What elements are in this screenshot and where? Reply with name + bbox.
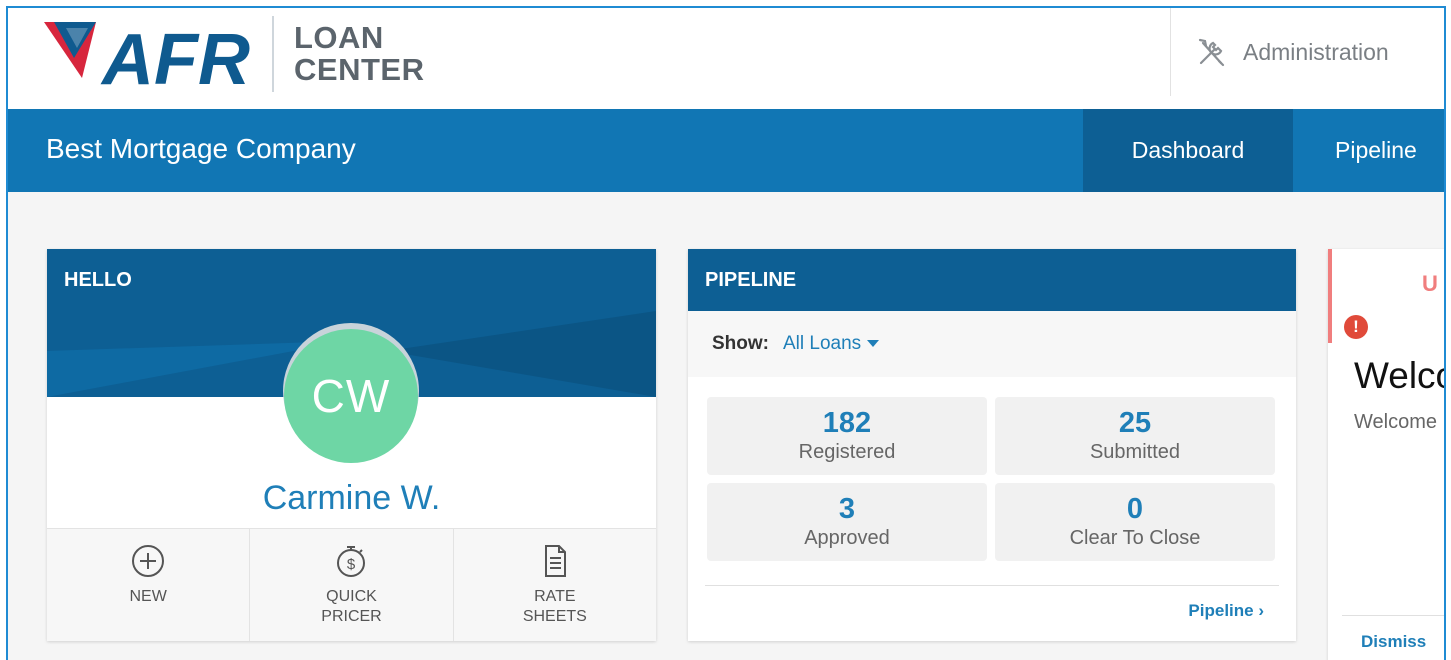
rate-sheets-button[interactable]: RATE SHEETS	[454, 529, 656, 641]
stat-approved[interactable]: 3 Approved	[707, 483, 987, 561]
rate-sheets-label-1: RATE	[534, 588, 576, 605]
quick-pricer-label-2: PRICER	[321, 608, 382, 625]
loan-filter-value: All Loans	[783, 333, 862, 354]
loan-filter-dropdown[interactable]: All Loans	[783, 333, 880, 355]
stat-value: 3	[838, 493, 856, 525]
stat-value: 25	[1118, 407, 1152, 439]
divider	[1342, 615, 1444, 616]
divider	[705, 585, 1279, 586]
tab-dashboard[interactable]: Dashboard	[1083, 109, 1293, 192]
alert-icon: !	[1344, 315, 1368, 339]
notice-title: Welco	[1354, 355, 1446, 396]
stat-value: 0	[1126, 493, 1144, 525]
hello-card: HELLO CW Carmine W. NEW $ QUICK PRICER R…	[47, 249, 656, 641]
quick-pricer-button[interactable]: $ QUICK PRICER	[250, 529, 454, 641]
product-name: LOAN CENTER	[294, 22, 424, 86]
rate-sheets-label-2: SHEETS	[522, 608, 587, 625]
product-name-line2: CENTER	[294, 52, 425, 87]
logo-text: AFR	[100, 20, 250, 92]
notice-card: U ! Welco Welcome Dismiss	[1328, 249, 1446, 660]
pipeline-filter: Show: All Loans	[688, 311, 1296, 377]
stat-registered[interactable]: 182 Registered	[707, 397, 987, 475]
app-frame: AFR LOAN CENTER Administration Best Mort…	[6, 6, 1446, 660]
pipeline-stats: 182 Registered 25 Submitted 3 Approved 0…	[707, 397, 1277, 561]
tools-icon	[1198, 38, 1225, 67]
stat-label: Submitted	[1089, 441, 1181, 463]
stat-clear-to-close[interactable]: 0 Clear To Close	[995, 483, 1275, 561]
stopwatch-dollar-icon: $	[337, 546, 366, 577]
administration-button[interactable]: Administration	[1170, 8, 1440, 96]
stat-label: Approved	[804, 527, 890, 549]
new-label: NEW	[129, 588, 167, 605]
administration-label: Administration	[1243, 38, 1389, 65]
stat-label: Registered	[798, 441, 896, 463]
logo-separator	[272, 16, 274, 92]
plus-circle-icon	[132, 545, 165, 577]
quick-pricer-label-1: QUICK	[326, 588, 377, 605]
main-nav: Best Mortgage Company Dashboard Pipeline	[8, 109, 1444, 192]
stat-value: 182	[822, 407, 872, 439]
stat-submitted[interactable]: 25 Submitted	[995, 397, 1275, 475]
svg-text:$: $	[347, 556, 356, 573]
new-loan-button[interactable]: NEW	[47, 529, 251, 641]
pipeline-link[interactable]: Pipeline ›	[1188, 601, 1264, 621]
caret-down-icon	[867, 340, 880, 348]
tab-pipeline[interactable]: Pipeline	[1293, 109, 1444, 192]
hello-card-title: HELLO	[47, 249, 656, 311]
company-name: Best Mortgage Company	[46, 133, 356, 164]
stat-label: Clear To Close	[1069, 527, 1201, 549]
pipeline-card-title: PIPELINE	[688, 249, 1296, 311]
pipeline-card: PIPELINE Show: All Loans 182 Registered …	[688, 249, 1296, 641]
top-header: AFR LOAN CENTER Administration	[8, 8, 1444, 109]
show-label: Show:	[712, 333, 769, 354]
notice-body: Welcome	[1354, 411, 1437, 433]
avatar[interactable]: CW	[284, 329, 418, 463]
document-icon	[544, 545, 566, 577]
notice-heading: U	[1422, 271, 1438, 296]
product-name-line1: LOAN	[294, 20, 384, 55]
notice-accent-bar	[1328, 249, 1332, 343]
dismiss-button[interactable]: Dismiss	[1361, 632, 1426, 652]
user-name: Carmine W.	[262, 479, 441, 517]
afr-logo[interactable]: AFR	[44, 18, 274, 92]
quick-actions: NEW $ QUICK PRICER RATE SHEETS	[47, 528, 656, 641]
profile-hero: CW Carmine W.	[47, 311, 656, 531]
